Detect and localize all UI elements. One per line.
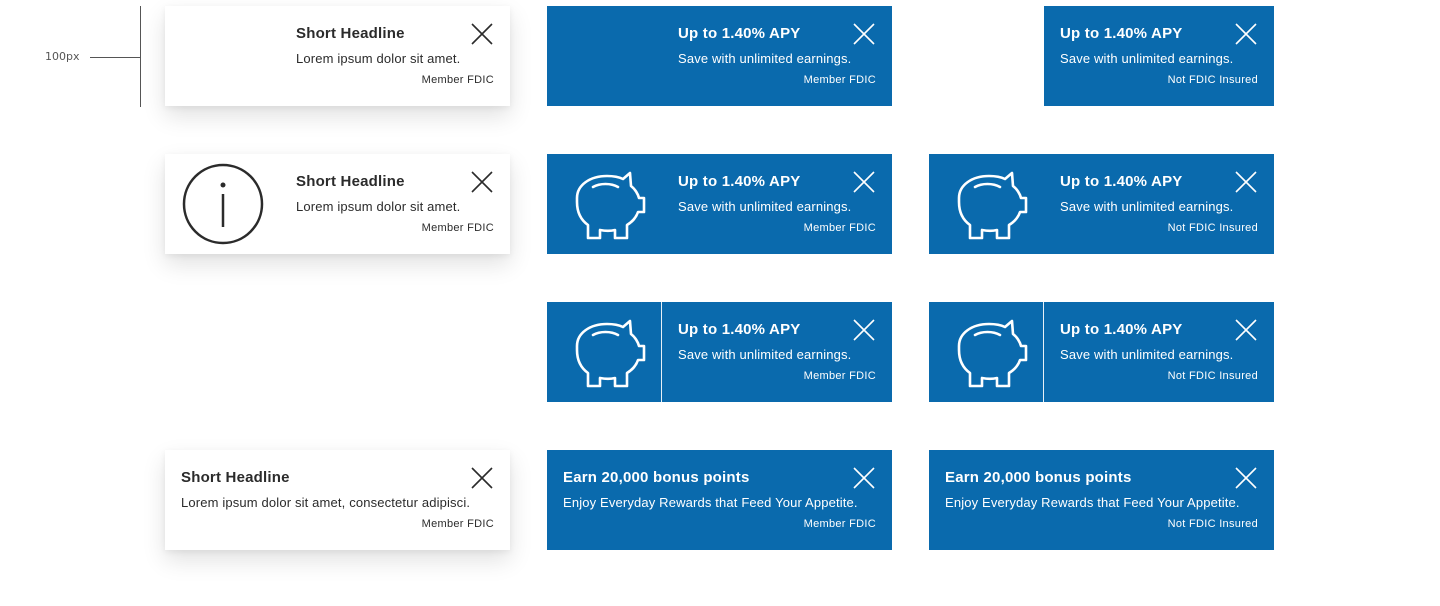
banner-title: Up to 1.40% APY bbox=[1060, 321, 1183, 338]
banner-white-long-text: Short Headline Lorem ipsum dolor sit ame… bbox=[165, 450, 510, 550]
banner-body: Save with unlimited earnings. bbox=[1060, 51, 1234, 66]
spacing-annotation-leader-line bbox=[90, 57, 140, 58]
info-icon bbox=[182, 163, 264, 245]
spacing-annotation-measure-line bbox=[140, 6, 141, 107]
icon-area bbox=[547, 154, 661, 254]
close-icon bbox=[471, 171, 493, 193]
banner-blue-with-icon: Up to 1.40% APY Save with unlimited earn… bbox=[929, 154, 1274, 254]
close-icon bbox=[471, 23, 493, 45]
fdic-disclosure: Not FDIC Insured bbox=[1167, 370, 1258, 382]
spacing-annotation-label: 100px bbox=[45, 50, 80, 63]
fdic-disclosure: Member FDIC bbox=[803, 518, 876, 530]
banner-body: Save with unlimited earnings. bbox=[1060, 347, 1234, 362]
icon-area bbox=[929, 154, 1043, 254]
close-icon bbox=[853, 467, 875, 489]
fdic-disclosure: Member FDIC bbox=[421, 518, 494, 530]
banner-title: Up to 1.40% APY bbox=[1060, 173, 1183, 190]
close-icon bbox=[1235, 319, 1257, 341]
banner-title: Up to 1.40% APY bbox=[678, 25, 801, 42]
close-icon bbox=[1235, 171, 1257, 193]
fdic-disclosure: Member FDIC bbox=[803, 222, 876, 234]
icon-divider bbox=[661, 302, 662, 402]
piggy-bank-icon bbox=[575, 319, 646, 388]
banner-white-text-only: Short Headline Lorem ipsum dolor sit ame… bbox=[165, 6, 510, 106]
fdic-disclosure: Not FDIC Insured bbox=[1167, 222, 1258, 234]
close-button[interactable] bbox=[1235, 23, 1257, 45]
banner-blue-with-icon-divider: Up to 1.40% APY Save with unlimited earn… bbox=[547, 302, 892, 402]
close-icon bbox=[1235, 23, 1257, 45]
banner-body: Lorem ipsum dolor sit amet. bbox=[296, 51, 461, 66]
banner-title: Short Headline bbox=[181, 469, 290, 486]
close-button[interactable] bbox=[471, 467, 493, 489]
fdic-disclosure: Not FDIC Insured bbox=[1167, 518, 1258, 530]
close-button[interactable] bbox=[1235, 467, 1257, 489]
banner-body: Save with unlimited earnings. bbox=[1060, 199, 1234, 214]
close-icon bbox=[853, 319, 875, 341]
piggy-bank-icon bbox=[957, 171, 1028, 240]
close-button[interactable] bbox=[853, 319, 875, 341]
icon-divider bbox=[1043, 302, 1044, 402]
close-button[interactable] bbox=[853, 467, 875, 489]
piggy-bank-icon bbox=[575, 171, 646, 240]
banner-title: Up to 1.40% APY bbox=[678, 173, 801, 190]
banner-blue-long-text: Earn 20,000 bonus points Enjoy Everyday … bbox=[929, 450, 1274, 550]
banner-body: Save with unlimited earnings. bbox=[678, 347, 852, 362]
banner-body: Lorem ipsum dolor sit amet, consectetur … bbox=[181, 495, 471, 510]
banner-title: Earn 20,000 bonus points bbox=[563, 469, 750, 486]
fdic-disclosure: Member FDIC bbox=[803, 74, 876, 86]
banner-body: Save with unlimited earnings. bbox=[678, 51, 852, 66]
close-button[interactable] bbox=[853, 171, 875, 193]
banner-title: Up to 1.40% APY bbox=[1060, 25, 1183, 42]
banner-title: Earn 20,000 bonus points bbox=[945, 469, 1132, 486]
close-icon bbox=[471, 467, 493, 489]
banner-blue-with-icon: Up to 1.40% APY Save with unlimited earn… bbox=[547, 154, 892, 254]
banner-body: Lorem ipsum dolor sit amet. bbox=[296, 199, 461, 214]
banner-blue-text-only: Up to 1.40% APY Save with unlimited earn… bbox=[547, 6, 892, 106]
fdic-disclosure: Member FDIC bbox=[803, 370, 876, 382]
close-icon bbox=[853, 171, 875, 193]
icon-area bbox=[929, 302, 1043, 402]
banner-blue-with-icon-divider: Up to 1.40% APY Save with unlimited earn… bbox=[929, 302, 1274, 402]
banner-blue-compact: Up to 1.40% APY Save with unlimited earn… bbox=[1044, 6, 1274, 106]
banner-body: Enjoy Everyday Rewards that Feed Your Ap… bbox=[563, 495, 858, 510]
icon-area bbox=[165, 154, 279, 254]
banner-white-with-icon: Short Headline Lorem ipsum dolor sit ame… bbox=[165, 154, 510, 254]
banner-blue-long-text: Earn 20,000 bonus points Enjoy Everyday … bbox=[547, 450, 892, 550]
close-button[interactable] bbox=[1235, 319, 1257, 341]
icon-area bbox=[547, 302, 661, 402]
close-button[interactable] bbox=[1235, 171, 1257, 193]
fdic-disclosure: Not FDIC Insured bbox=[1167, 74, 1258, 86]
close-button[interactable] bbox=[853, 23, 875, 45]
close-icon bbox=[853, 23, 875, 45]
banner-title: Up to 1.40% APY bbox=[678, 321, 801, 338]
banner-title: Short Headline bbox=[296, 173, 405, 190]
fdic-disclosure: Member FDIC bbox=[421, 74, 494, 86]
banner-title: Short Headline bbox=[296, 25, 405, 42]
close-icon bbox=[1235, 467, 1257, 489]
close-button[interactable] bbox=[471, 23, 493, 45]
banner-body: Enjoy Everyday Rewards that Feed Your Ap… bbox=[945, 495, 1240, 510]
piggy-bank-icon bbox=[957, 319, 1028, 388]
fdic-disclosure: Member FDIC bbox=[421, 222, 494, 234]
close-button[interactable] bbox=[471, 171, 493, 193]
banner-body: Save with unlimited earnings. bbox=[678, 199, 852, 214]
